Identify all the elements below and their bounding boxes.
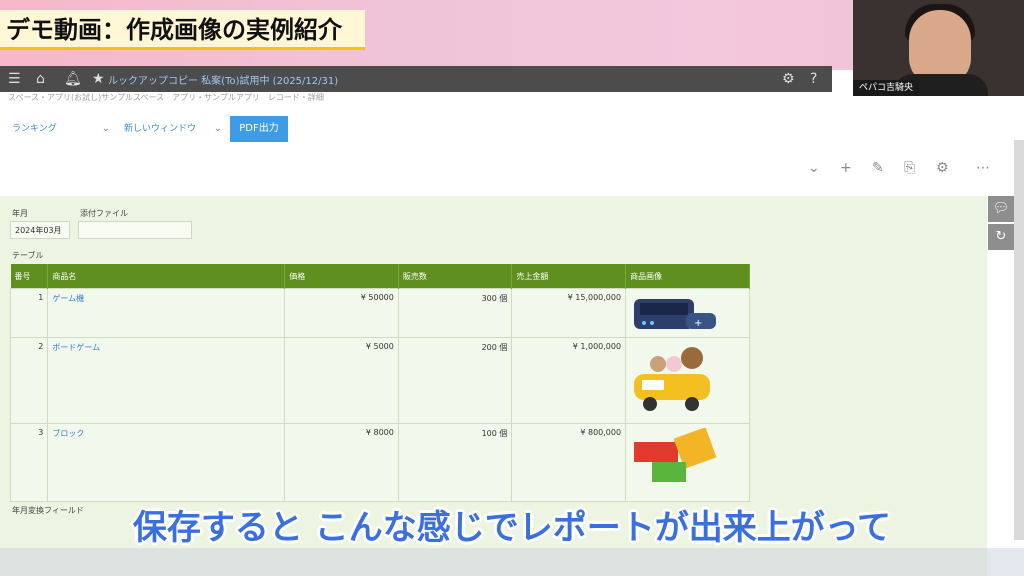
svg-text:+: + [694, 318, 702, 329]
row-sales: ¥ 15,000,000 [511, 288, 627, 338]
row-price: ¥ 5000 [284, 337, 399, 424]
table-header-row: 番号 商品名 価格 販売数 売上金額 商品画像 [10, 264, 750, 289]
menu-icon[interactable]: ☰ [8, 71, 21, 87]
ranking-dropdown[interactable]: ランキング ⌄ [12, 116, 110, 142]
chevron-down-icon: ⌄ [101, 123, 110, 134]
toy-car-animals-image[interactable] [630, 342, 720, 414]
chevron-down-icon[interactable]: ⌄ [808, 160, 820, 176]
game-console-image[interactable]: + [630, 293, 720, 333]
gear-icon[interactable]: ⚙ [782, 71, 795, 87]
year-month-label: 年月 [12, 209, 28, 218]
row-name: ゲーム機 [47, 288, 286, 338]
product-link[interactable]: ボードゲーム [52, 343, 100, 352]
add-icon[interactable]: + [840, 160, 852, 176]
row-image-cell [625, 423, 750, 502]
webcam-overlay: ペパコ吉騎央 [853, 0, 1024, 96]
video-title-banner: デモ動画：作成画像の実例紹介 [0, 10, 365, 50]
bell-icon[interactable]: 🔔︎ [64, 71, 82, 87]
row-no: 3 [9, 423, 49, 502]
history-icon[interactable]: ↻ [988, 224, 1014, 250]
row-name: ブロック [47, 423, 286, 502]
year-month-value: 2024年03月 [10, 221, 70, 239]
window-dropdown-label: 新しいウィンドウ [124, 124, 197, 134]
star-icon[interactable]: ★ [92, 71, 105, 87]
home-icon[interactable]: ⌂ [36, 71, 45, 87]
vertical-scrollbar[interactable] [1014, 140, 1024, 540]
row-image-cell [625, 337, 750, 424]
more-icon[interactable]: ⋯ [976, 160, 990, 176]
product-link[interactable]: ゲーム機 [52, 294, 84, 303]
sales-table: 番号 商品名 価格 販売数 売上金額 商品画像 1 ゲーム機 ¥ 50000 3… [9, 264, 750, 502]
row-qty: 100 個 [397, 423, 513, 502]
row-price: ¥ 50000 [284, 288, 399, 338]
header-price: 価格 [284, 264, 399, 289]
row-sales: ¥ 800,000 [511, 423, 627, 502]
subtitle-caption: 保存すると こんな感じでレポートが出来上がって [132, 508, 892, 548]
row-image-cell: + [625, 288, 750, 338]
app-breadcrumb[interactable]: ルックアップコピー 私案(To)試用中 (2025/12/31) [108, 72, 338, 87]
row-no: 2 [9, 337, 49, 424]
help-icon[interactable]: ? [810, 71, 817, 87]
row-no: 1 [9, 288, 49, 338]
table-label: テーブル [12, 251, 44, 260]
chevron-down-icon: ⌄ [213, 123, 222, 134]
table-row: 2 ボードゲーム ¥ 5000 200 個 ¥ 1,000,000 [9, 337, 750, 424]
comment-icon[interactable]: 💬︎ [988, 196, 1014, 222]
product-link[interactable]: ブロック [52, 429, 84, 438]
edit-icon[interactable]: ✎ [872, 160, 884, 176]
pdf-export-button[interactable]: PDF出力 [230, 116, 288, 142]
row-sales: ¥ 1,000,000 [511, 337, 627, 424]
header-image: 商品画像 [625, 264, 750, 289]
space-breadcrumb[interactable]: スペース・アプリ(お試し)サンプルスペース アプリ・サンプルアプリ レコード・詳… [0, 92, 998, 104]
header-sales: 売上金額 [511, 264, 627, 289]
table-row: 3 ブロック ¥ 8000 100 個 ¥ 800,000 [9, 423, 750, 502]
duplicate-icon[interactable]: ⎘ [904, 160, 915, 176]
header-name: 商品名 [47, 264, 286, 289]
ranking-dropdown-label: ランキング [12, 124, 57, 134]
header-no: 番号 [10, 264, 49, 289]
gear-icon[interactable]: ⚙ [936, 160, 949, 176]
attachment-label: 添付ファイル [80, 209, 128, 218]
header-qty: 販売数 [398, 264, 513, 289]
table-row: 1 ゲーム機 ¥ 50000 300 個 ¥ 15,000,000 + [9, 288, 750, 338]
taskbar [0, 548, 1024, 576]
record-action-bar: ⌄ + ✎ ⎘ ⚙ ⋯ [800, 160, 1000, 182]
row-price: ¥ 8000 [284, 423, 399, 502]
row-qty: 300 個 [397, 288, 513, 338]
app-header-bar: ☰ ⌂ 🔔︎ ★ ルックアップコピー 私案(To)試用中 (2025/12/31… [0, 66, 832, 92]
lego-blocks-image[interactable] [630, 428, 720, 488]
row-name: ボードゲーム [47, 337, 286, 424]
window-dropdown[interactable]: 新しいウィンドウ ⌄ [124, 116, 222, 142]
row-qty: 200 個 [397, 337, 513, 424]
attachment-field[interactable] [78, 221, 192, 239]
